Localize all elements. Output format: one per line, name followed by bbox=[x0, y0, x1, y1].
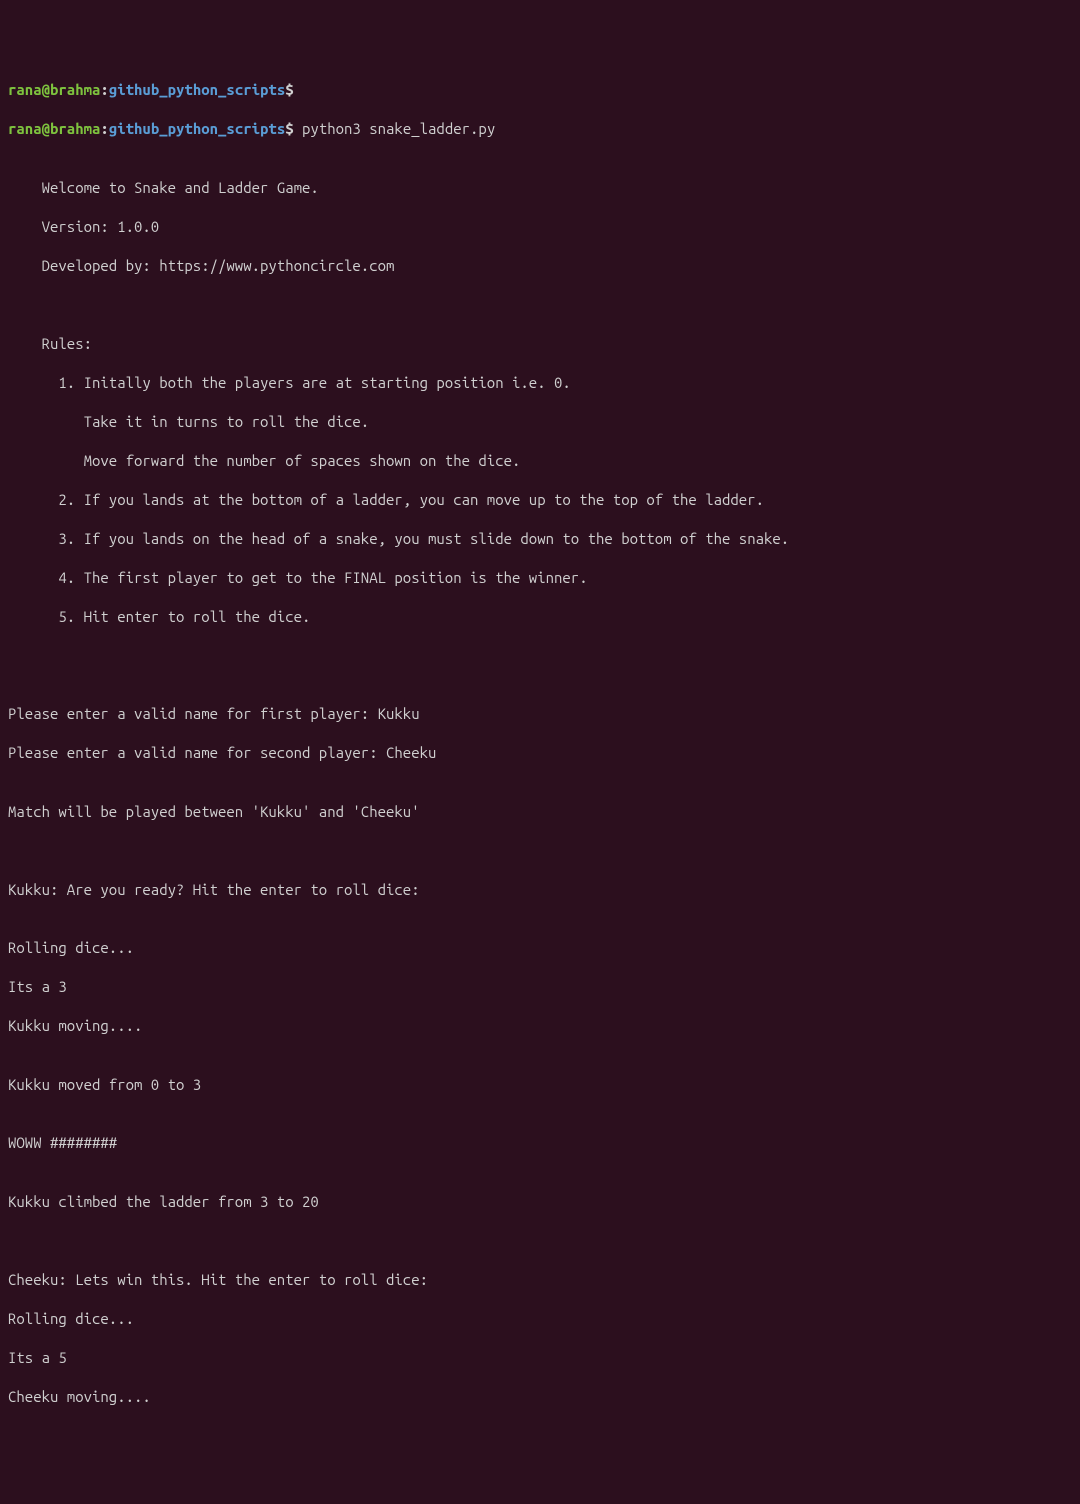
turn1-woww: WOWW ######## bbox=[8, 1133, 1072, 1153]
rule-4: 4. The first player to get to the FINAL … bbox=[8, 568, 1072, 588]
rule-1c: Move forward the number of spaces shown … bbox=[8, 451, 1072, 471]
prompt-user: rana@brahma bbox=[8, 120, 100, 137]
welcome-developed: Developed by: https://www.pythoncircle.c… bbox=[8, 256, 1072, 276]
rule-1b: Take it in turns to roll the dice. bbox=[8, 412, 1072, 432]
command-text[interactable]: python3 snake_ladder.py bbox=[294, 120, 496, 137]
turn1-result: Its a 3 bbox=[8, 977, 1072, 997]
turn1-ladder: Kukku climbed the ladder from 3 to 20 bbox=[8, 1192, 1072, 1212]
rule-5: 5. Hit enter to roll the dice. bbox=[8, 607, 1072, 627]
rule-3: 3. If you lands on the head of a snake, … bbox=[8, 529, 1072, 549]
turn1-moved: Kukku moved from 0 to 3 bbox=[8, 1075, 1072, 1095]
player2-input[interactable]: Please enter a valid name for second pla… bbox=[8, 743, 1072, 763]
prompt-sep: : bbox=[100, 120, 108, 137]
turn1-moving: Kukku moving.... bbox=[8, 1016, 1072, 1036]
turn2-moving: Cheeku moving.... bbox=[8, 1387, 1072, 1407]
rules-end-blank bbox=[8, 646, 1072, 666]
prompt-line-2: rana@brahma:github_python_scripts$ pytho… bbox=[8, 119, 1072, 139]
turn2-prompt[interactable]: Cheeku: Lets win this. Hit the enter to … bbox=[8, 1270, 1072, 1290]
turn1-rolling: Rolling dice... bbox=[8, 938, 1072, 958]
rules-header: Rules: bbox=[8, 334, 1072, 354]
prompt-line-1: rana@brahma:github_python_scripts$ bbox=[8, 80, 1072, 100]
prompt-dollar: $ bbox=[285, 81, 293, 98]
welcome-title: Welcome to Snake and Ladder Game. bbox=[8, 178, 1072, 198]
prompt-user: rana@brahma bbox=[8, 81, 100, 98]
prompt-path: github_python_scripts bbox=[109, 81, 285, 98]
rule-1a: 1. Initally both the players are at star… bbox=[8, 373, 1072, 393]
prompt-dollar: $ bbox=[285, 120, 293, 137]
welcome-blank bbox=[8, 295, 1072, 315]
prompt-path: github_python_scripts bbox=[109, 120, 285, 137]
rule-2: 2. If you lands at the bottom of a ladde… bbox=[8, 490, 1072, 510]
turn2-rolling: Rolling dice... bbox=[8, 1309, 1072, 1329]
prompt-sep: : bbox=[100, 81, 108, 98]
match-info: Match will be played between 'Kukku' and… bbox=[8, 802, 1072, 822]
turn1-prompt[interactable]: Kukku: Are you ready? Hit the enter to r… bbox=[8, 880, 1072, 900]
turn2-result: Its a 5 bbox=[8, 1348, 1072, 1368]
welcome-version: Version: 1.0.0 bbox=[8, 217, 1072, 237]
player1-input[interactable]: Please enter a valid name for first play… bbox=[8, 704, 1072, 724]
